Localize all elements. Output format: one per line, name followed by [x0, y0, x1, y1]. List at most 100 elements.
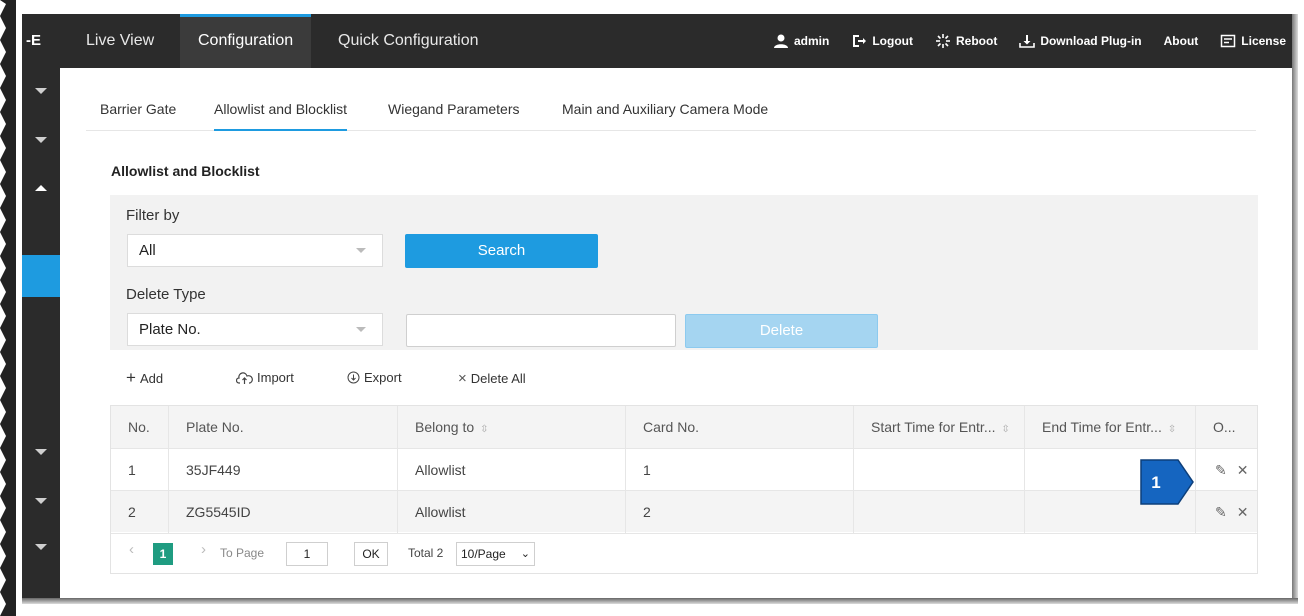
column-header-no: No.: [111, 406, 169, 448]
cloud-upload-icon: [236, 371, 253, 384]
to-page-label: To Page: [220, 546, 265, 560]
column-header-belong-to[interactable]: Belong to ⇳: [398, 406, 626, 448]
go-to-page-button[interactable]: OK: [354, 542, 388, 566]
download-label: Download Plug-in: [1040, 34, 1142, 48]
sub-tab-bar: Barrier Gate Allowlist and Blocklist Wie…: [86, 88, 1256, 131]
user-icon: [773, 34, 788, 48]
filter-by-label: Filter by: [126, 207, 180, 224]
top-right-menu: admin Logout Reboot Download Plug-in Abo…: [773, 14, 1286, 68]
column-header-plate: Plate No.: [169, 406, 398, 448]
reboot-label: Reboot: [955, 34, 998, 48]
cell-card-no: 1: [626, 449, 854, 491]
chevron-down-icon[interactable]: [35, 137, 47, 143]
export-button[interactable]: Export: [347, 370, 402, 385]
user-name: admin: [793, 34, 830, 48]
pagination: ‹ 1 › To Page 1 OK Total 2 10/Page ⌄: [111, 533, 1257, 573]
table-header: No. Plate No. Belong to ⇳ Card No. Start …: [111, 406, 1257, 448]
brand-logo: -E: [26, 32, 41, 49]
filter-select-value: All: [139, 242, 156, 259]
column-header-start-time[interactable]: Start Time for Entr... ⇳: [854, 406, 1025, 448]
page-size-value: 10/Page: [461, 547, 506, 561]
license-icon: [1221, 34, 1236, 48]
left-navigation-strip: [22, 68, 60, 598]
column-header-end-time[interactable]: End Time for Entr... ⇳: [1025, 406, 1196, 448]
filter-select[interactable]: All: [127, 234, 383, 267]
chevron-up-icon[interactable]: [35, 185, 47, 191]
window-shadow-bottom: [22, 598, 1298, 604]
delete-value-input[interactable]: [406, 314, 676, 347]
user-menu[interactable]: admin: [773, 33, 829, 49]
total-count: Total 2: [408, 546, 444, 560]
add-button[interactable]: + Add: [126, 368, 164, 387]
subtab-barrier-gate[interactable]: Barrier Gate: [100, 88, 176, 131]
sort-icon[interactable]: ⇳: [1001, 424, 1009, 435]
column-header-card-no: Card No.: [626, 406, 854, 448]
section-title: Allowlist and Blocklist: [111, 163, 260, 179]
about-button[interactable]: About: [1164, 34, 1199, 48]
page-size-select[interactable]: 10/Page ⌄: [456, 542, 535, 566]
sort-icon[interactable]: ⇳: [1168, 424, 1176, 435]
license-button[interactable]: License: [1220, 33, 1286, 49]
subtab-allowlist-blocklist[interactable]: Allowlist and Blocklist: [214, 88, 348, 131]
table-row[interactable]: 1 35JF449 Allowlist 1 ✎ ✕: [111, 448, 1257, 491]
logout-icon: [853, 35, 867, 47]
tab-quick-configuration[interactable]: Quick Configuration: [320, 14, 497, 68]
download-plugin-button[interactable]: Download Plug-in: [1019, 33, 1142, 49]
cell-belong-to: Allowlist: [398, 491, 626, 533]
callout-number: 1: [1151, 473, 1160, 492]
chevron-down-icon[interactable]: [35, 544, 47, 550]
license-label: License: [1241, 34, 1286, 48]
chevron-right-icon[interactable]: ›: [201, 541, 206, 558]
download-icon: [1019, 35, 1036, 48]
screenshot-root: -E Live View Configuration Quick Configu…: [0, 0, 1304, 616]
tab-configuration[interactable]: Configuration: [180, 14, 312, 68]
export-label: Export: [364, 370, 402, 385]
edit-icon[interactable]: ✎: [1215, 462, 1227, 479]
torn-edge: [0, 0, 16, 616]
subtab-wiegand-parameters[interactable]: Wiegand Parameters: [388, 88, 520, 131]
cell-start-time: [854, 449, 1025, 491]
subtab-main-aux-camera-mode[interactable]: Main and Auxiliary Camera Mode: [562, 88, 768, 131]
close-icon: ×: [458, 370, 467, 387]
selected-nav-item[interactable]: [22, 255, 60, 297]
row-operations: ✎ ✕: [1215, 449, 1248, 491]
chevron-down-icon: [356, 327, 366, 332]
delete-all-label: Delete All: [470, 371, 526, 386]
cell-plate: 35JF449: [169, 449, 398, 491]
delete-all-button[interactable]: × Delete All: [458, 370, 526, 387]
current-page[interactable]: 1: [153, 543, 173, 565]
window-shadow-right: [1292, 14, 1298, 604]
chevron-down-icon[interactable]: [35, 449, 47, 455]
cell-no: 1: [111, 449, 169, 491]
logout-label: Logout: [872, 34, 913, 48]
delete-button[interactable]: Delete: [685, 314, 878, 348]
chevron-down-icon[interactable]: [35, 498, 47, 504]
plus-icon: +: [126, 368, 136, 387]
chevron-left-icon[interactable]: ‹: [129, 541, 134, 558]
about-label: About: [1163, 34, 1199, 48]
chevron-down-icon: [356, 248, 366, 253]
table-row[interactable]: 2 ZG5545ID Allowlist 2 ✎ ✕: [111, 490, 1257, 533]
cell-belong-to: Allowlist: [398, 449, 626, 491]
chevron-down-icon[interactable]: [35, 88, 47, 94]
close-icon[interactable]: ✕: [1237, 504, 1249, 521]
tab-live-view[interactable]: Live View: [68, 14, 172, 68]
import-button[interactable]: Import: [236, 370, 294, 385]
to-page-input[interactable]: 1: [286, 542, 328, 566]
chevron-down-icon: ⌄: [520, 548, 530, 560]
filter-panel: Filter by All Search Delete Type Plate N…: [110, 195, 1258, 350]
delete-type-value: Plate No.: [139, 321, 201, 338]
reboot-button[interactable]: Reboot: [935, 33, 997, 49]
edit-icon[interactable]: ✎: [1215, 504, 1227, 521]
add-label: Add: [139, 370, 164, 386]
cell-card-no: 2: [626, 491, 854, 533]
cell-start-time: [854, 491, 1025, 533]
plate-table: No. Plate No. Belong to ⇳ Card No. Start …: [110, 405, 1258, 574]
column-header-operation: O...: [1213, 419, 1236, 435]
sort-icon[interactable]: ⇳: [480, 424, 488, 435]
search-button[interactable]: Search: [405, 234, 598, 268]
delete-type-select[interactable]: Plate No.: [127, 313, 383, 346]
logout-button[interactable]: Logout: [851, 33, 913, 49]
cell-no: 2: [111, 491, 169, 533]
close-icon[interactable]: ✕: [1237, 462, 1249, 479]
